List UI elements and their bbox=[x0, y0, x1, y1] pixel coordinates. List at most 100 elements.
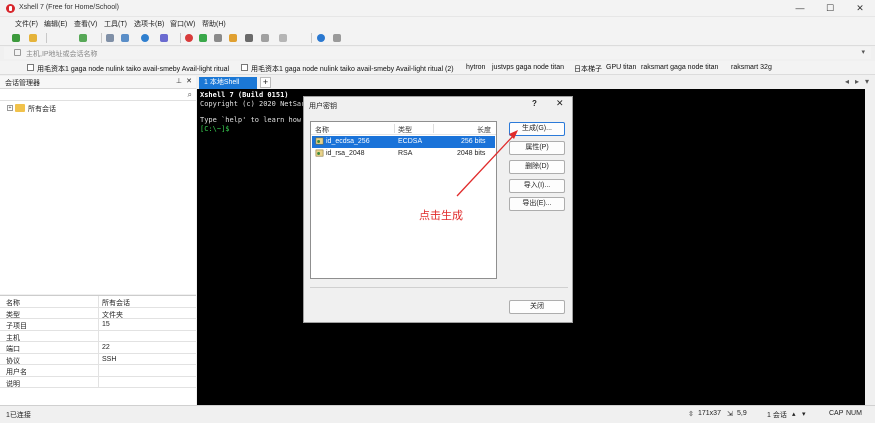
minimize-button[interactable]: — bbox=[785, 0, 815, 17]
properties-button[interactable]: 属性(P) bbox=[509, 141, 565, 155]
session-link-icon bbox=[27, 64, 34, 71]
terminal-line: Type `help' to learn how to bbox=[200, 116, 314, 124]
chevron-right-icon[interactable]: ▸ bbox=[855, 77, 859, 86]
properties-icon[interactable] bbox=[121, 34, 129, 42]
menu-view[interactable]: 查看(V) bbox=[74, 19, 97, 29]
terminal-prompt: [C:\~]$ bbox=[200, 125, 234, 133]
menu-tabs[interactable]: 选项卡(B) bbox=[134, 19, 164, 29]
reconnect-icon[interactable] bbox=[79, 34, 87, 42]
menu-help[interactable]: 帮助(H) bbox=[202, 19, 226, 29]
key-list-header: 名称 类型 长度 bbox=[311, 122, 496, 135]
property-key: 子项目 bbox=[6, 323, 27, 330]
column-header-name[interactable]: 名称 bbox=[315, 125, 329, 135]
keymap-icon[interactable] bbox=[229, 34, 237, 42]
connection-status: 1已连接 bbox=[6, 412, 31, 419]
menu-tools[interactable]: 工具(T) bbox=[104, 19, 127, 29]
toolbar-divider bbox=[311, 33, 312, 43]
quick-session-item[interactable]: 用毛资本1 gaga node nulink taiko avail-smeby… bbox=[37, 64, 229, 74]
lock-icon[interactable] bbox=[214, 34, 222, 42]
close-window-button[interactable]: ✕ bbox=[845, 0, 875, 17]
quick-session-item[interactable]: raksmart 32g bbox=[731, 64, 772, 71]
quick-session-item[interactable]: hytron bbox=[466, 64, 485, 71]
property-key: 类型 bbox=[6, 311, 20, 319]
property-key: 主机 bbox=[6, 334, 20, 342]
chat-icon[interactable] bbox=[333, 34, 341, 42]
import-button[interactable]: 导入(I)... bbox=[509, 179, 565, 193]
chevron-down-icon[interactable]: ▾ bbox=[802, 410, 806, 418]
compose-icon[interactable] bbox=[279, 34, 287, 42]
property-row: 说明 bbox=[0, 376, 196, 388]
key-type: ECDSA bbox=[398, 138, 423, 145]
property-value: SSH bbox=[102, 355, 117, 363]
export-button[interactable]: 导出(E)... bbox=[509, 197, 565, 211]
dialog-help-button[interactable]: ? bbox=[532, 99, 537, 108]
folder-icon bbox=[15, 104, 25, 112]
dialog-close-button[interactable]: 关闭 bbox=[509, 300, 565, 314]
quick-session-item[interactable]: 用毛资本1 gaga node nulink taiko avail-smeby… bbox=[251, 64, 454, 74]
terminal-line: Xshell 7 (Build 0151) bbox=[200, 91, 289, 99]
quick-session-item[interactable]: GPU titan bbox=[606, 64, 636, 71]
close-icon[interactable]: ✕ bbox=[186, 77, 192, 85]
layout-icon[interactable] bbox=[261, 34, 269, 42]
xshell-logo-icon bbox=[6, 4, 15, 13]
search-icon[interactable]: ⌕ bbox=[188, 90, 192, 100]
key-icon bbox=[315, 149, 324, 157]
key-row[interactable]: id_ecdsa_256 ECDSA 256 bits bbox=[312, 136, 495, 148]
terminal-line: Copyright (c) 2020 NetSarang bbox=[200, 100, 319, 108]
menu-edit[interactable]: 编辑(E) bbox=[44, 19, 67, 29]
font-icon[interactable] bbox=[160, 34, 168, 42]
toolbar-divider bbox=[46, 33, 47, 43]
property-row: 用户名 bbox=[0, 365, 196, 377]
session-tree: + 所有会话 bbox=[0, 101, 196, 294]
quick-session-item[interactable]: raksmart gaga node titan bbox=[641, 64, 718, 71]
annotation-label: 点击生成 bbox=[419, 210, 463, 222]
globe-icon[interactable] bbox=[141, 34, 149, 42]
xftp-icon[interactable] bbox=[185, 34, 193, 42]
new-session-icon[interactable] bbox=[12, 34, 20, 42]
tree-item-all-sessions[interactable]: 所有会话 bbox=[28, 104, 56, 114]
expand-icon[interactable]: + bbox=[7, 105, 13, 111]
chevron-up-icon[interactable]: ▴ bbox=[792, 410, 796, 418]
toolbar bbox=[0, 30, 875, 46]
open-folder-icon[interactable] bbox=[29, 34, 37, 42]
generate-button[interactable]: 生成(G)... bbox=[509, 122, 565, 136]
key-list[interactable]: 名称 类型 长度 id_ecdsa_256 ECDSA 256 bits id_… bbox=[310, 121, 497, 279]
session-search-input[interactable]: ⌕ bbox=[0, 89, 196, 101]
session-link-icon bbox=[241, 64, 248, 71]
quick-session-item[interactable]: 日本梯子 bbox=[574, 64, 602, 74]
key-row[interactable]: id_rsa_2048 RSA 2048 bits bbox=[312, 148, 495, 160]
session-manager-header: 会话管理器 ⊥ ✕ bbox=[0, 76, 196, 89]
delete-button[interactable]: 删除(D) bbox=[509, 160, 565, 174]
tab-local-shell[interactable]: 1 本地Shell bbox=[199, 77, 257, 89]
add-tab-button[interactable]: + bbox=[260, 77, 271, 88]
maximize-button[interactable]: ☐ bbox=[815, 0, 845, 17]
column-header-length[interactable]: 长度 bbox=[477, 125, 491, 135]
find-icon[interactable] bbox=[106, 34, 114, 42]
address-bar[interactable]: 主机,IP地址或会话名称 ▾ bbox=[4, 47, 871, 59]
caps-lock-indicator: CAP bbox=[829, 410, 844, 417]
help-icon[interactable] bbox=[317, 34, 325, 42]
tab-list-icon[interactable]: ▾ bbox=[865, 77, 869, 86]
window-title: Xshell 7 (Free for Home/School) bbox=[19, 4, 119, 11]
chevron-left-icon[interactable]: ◂ bbox=[845, 77, 849, 86]
terminal-size: 171x37 bbox=[698, 410, 721, 417]
quick-session-bar: 用毛资本1 gaga node nulink taiko avail-smeby… bbox=[0, 61, 875, 75]
property-key: 端口 bbox=[6, 346, 20, 353]
status-bar: 1已连接 ⇳ 171x37 ⇲ 5,9 1 会话 ▴ ▾ CAP NUM bbox=[0, 405, 875, 423]
key-length: 2048 bits bbox=[457, 150, 486, 157]
session-count: 1 会话 bbox=[767, 412, 787, 419]
property-key: 说明 bbox=[6, 380, 20, 388]
dialog-close-icon[interactable]: ✕ bbox=[556, 98, 564, 109]
menu-file[interactable]: 文件(F) bbox=[15, 19, 38, 29]
menu-window[interactable]: 窗口(W) bbox=[170, 19, 195, 29]
transfer-icon[interactable] bbox=[199, 34, 207, 42]
key-icon bbox=[315, 137, 324, 145]
key-name: id_rsa_2048 bbox=[326, 150, 365, 157]
terminal-scrollbar[interactable] bbox=[865, 89, 875, 405]
pin-icon[interactable]: ⊥ bbox=[176, 77, 182, 85]
quick-session-item[interactable]: justvps gaga node titan bbox=[492, 64, 564, 71]
column-header-type[interactable]: 类型 bbox=[398, 125, 412, 135]
chevron-down-icon[interactable]: ▾ bbox=[861, 48, 865, 56]
property-row: 类型 文件夹 bbox=[0, 307, 196, 319]
script-icon[interactable] bbox=[245, 34, 253, 42]
